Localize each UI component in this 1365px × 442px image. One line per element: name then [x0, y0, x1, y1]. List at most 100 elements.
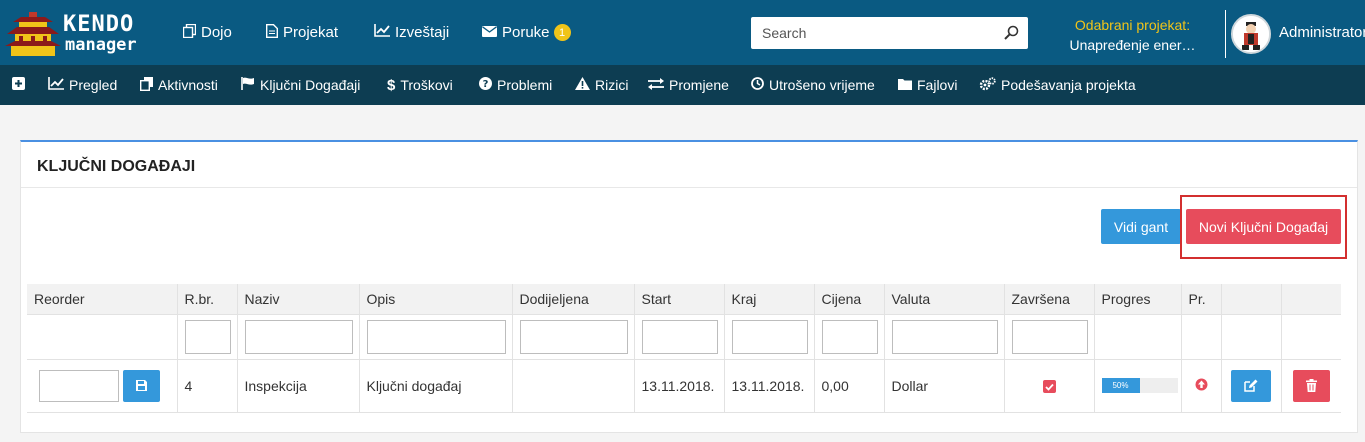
- topnav-poruke[interactable]: Poruke 1: [482, 0, 571, 65]
- filter-rbr-input[interactable]: [184, 319, 231, 354]
- topnav-poruke-label: Poruke: [502, 24, 550, 41]
- filter-cell-pr: [1181, 314, 1222, 359]
- subnav-promjene[interactable]: Promjene: [648, 65, 729, 105]
- save-order-button[interactable]: [122, 369, 160, 402]
- topnav-dojo-label: Dojo: [201, 24, 232, 41]
- subnav-troskovi-label: Troškovi: [400, 77, 453, 93]
- filter-cell-naziv: [237, 314, 360, 359]
- exchange-icon: [648, 77, 664, 93]
- col-header-start[interactable]: Start: [634, 284, 725, 315]
- subnav-kljucni-dogadjaji[interactable]: Ključni Događaji: [241, 65, 360, 105]
- filter-row: [27, 314, 1341, 359]
- subnav-podesavanja-projekta[interactable]: Podešavanja projekta: [979, 65, 1136, 105]
- cell-delete: [1281, 358, 1341, 413]
- document-icon: [266, 23, 278, 42]
- subnav-utroseno-vrijeme[interactable]: Utrošeno vrijeme: [751, 65, 875, 105]
- question-circle-icon: ?: [479, 77, 492, 93]
- subnav-pregled[interactable]: Pregled: [48, 65, 117, 105]
- trash-icon: [1305, 379, 1317, 392]
- col-header-reorder[interactable]: Reorder: [27, 284, 178, 315]
- filter-dodijeljena-input[interactable]: [519, 319, 628, 354]
- col-header-progres[interactable]: Progres: [1094, 284, 1182, 315]
- col-header-pr[interactable]: Pr.: [1181, 284, 1222, 315]
- project-subnav: Pregled Aktivnosti Ključni Događaji $ Tr…: [0, 65, 1365, 105]
- delete-button[interactable]: [1292, 369, 1330, 402]
- progress-bar: 50%: [1101, 378, 1178, 393]
- arrow-circle-up-icon[interactable]: [1195, 378, 1208, 391]
- filter-cell-reorder: [27, 314, 178, 359]
- logo-text-manager: manager: [65, 35, 137, 55]
- filter-cijena-input[interactable]: [821, 319, 878, 354]
- user-name[interactable]: Administrator: [1279, 0, 1365, 65]
- page-title: KLJUČNI DOGAĐAJI: [37, 158, 196, 175]
- cell-progres: 50%: [1094, 358, 1182, 413]
- table-row[interactable]: 4 Inspekcija Ključni događaj 13.11.2018.…: [27, 358, 1341, 413]
- cell-opis: Ključni događaj: [359, 358, 513, 413]
- col-header-opis[interactable]: Opis: [359, 284, 513, 315]
- topnav-izvestaji-label: Izveštaji: [395, 24, 450, 41]
- line-chart-icon: [374, 24, 390, 41]
- filter-cell-opis: [359, 314, 513, 359]
- filter-start-input[interactable]: [641, 319, 718, 354]
- plus-square-icon: [12, 77, 25, 93]
- avatar[interactable]: [1231, 14, 1271, 54]
- svg-text:?: ?: [483, 79, 489, 90]
- col-header-delete: [1281, 284, 1341, 315]
- logo-text-kendo: KENDO: [63, 12, 135, 37]
- messages-count-badge: 1: [553, 24, 571, 41]
- subnav-utroseno-vrijeme-label: Utrošeno vrijeme: [769, 77, 875, 93]
- new-milestone-button[interactable]: Novi Ključni Događaj: [1186, 209, 1341, 244]
- kendo-manager-logo[interactable]: KENDO manager: [5, 8, 155, 58]
- cell-edit: [1221, 358, 1282, 413]
- col-header-zavrsena[interactable]: Završena: [1004, 284, 1095, 315]
- cogs-icon: [979, 76, 996, 94]
- topnav-dojo[interactable]: Dojo: [182, 0, 232, 65]
- subnav-rizici-label: Rizici: [595, 77, 629, 93]
- filter-cell-rbr: [177, 314, 238, 359]
- filter-valuta-input[interactable]: [891, 319, 998, 354]
- subnav-fajlovi[interactable]: Fajlovi: [898, 65, 957, 105]
- cell-pr: [1181, 358, 1222, 413]
- subnav-rizici[interactable]: Rizici: [575, 65, 628, 105]
- cell-naziv: Inspekcija: [237, 358, 360, 413]
- subnav-troskovi[interactable]: $ Troškovi: [387, 65, 453, 105]
- filter-zavrsena-input[interactable]: [1011, 319, 1088, 354]
- col-header-dodijeljena[interactable]: Dodijeljena: [512, 284, 635, 315]
- col-header-naziv[interactable]: Naziv: [237, 284, 360, 315]
- topnav-projekat[interactable]: Projekat: [266, 0, 338, 65]
- cell-cijena: 0,00: [814, 358, 885, 413]
- col-header-edit: [1221, 284, 1282, 315]
- selected-project[interactable]: Odabrani projekat: Unapređenje ener…: [1055, 15, 1210, 55]
- subnav-promjene-label: Promjene: [669, 77, 729, 93]
- cell-zavrsena: [1004, 358, 1095, 413]
- col-header-kraj[interactable]: Kraj: [724, 284, 815, 315]
- panel-divider: [21, 187, 1357, 188]
- cell-valuta: Dollar: [884, 358, 1005, 413]
- subnav-aktivnosti[interactable]: Aktivnosti: [139, 65, 218, 105]
- progress-bar-fill: 50%: [1101, 378, 1140, 393]
- search-icon[interactable]: [1004, 25, 1019, 43]
- edit-button[interactable]: [1231, 369, 1271, 402]
- reorder-input[interactable]: [39, 369, 119, 402]
- warning-icon: [575, 77, 590, 93]
- search-input[interactable]: [751, 17, 991, 49]
- line-chart-icon: [48, 77, 64, 93]
- pagoda-icon: [5, 12, 61, 56]
- col-header-cijena[interactable]: Cijena: [814, 284, 885, 315]
- floppy-disk-icon: [135, 380, 147, 391]
- col-header-rbr[interactable]: R.br.: [177, 284, 238, 315]
- topnav-izvestaji[interactable]: Izveštaji: [374, 0, 449, 65]
- subnav-problemi[interactable]: ? Problemi: [479, 65, 552, 105]
- subnav-kljucni-dogadjaji-label: Ključni Događaji: [260, 77, 361, 93]
- cell-dodijeljena: [512, 358, 635, 413]
- filter-cell-cijena: [814, 314, 885, 359]
- filter-kraj-input[interactable]: [731, 319, 808, 354]
- milestones-table: Reorder R.br. Naziv Opis Dodijeljena Sta…: [27, 284, 1341, 413]
- view-gantt-button[interactable]: Vidi gant: [1101, 209, 1181, 244]
- filter-naziv-input[interactable]: [244, 319, 353, 354]
- filter-cell-start: [634, 314, 725, 359]
- filter-opis-input[interactable]: [366, 319, 506, 354]
- col-header-valuta[interactable]: Valuta: [884, 284, 1005, 315]
- subnav-add[interactable]: [12, 65, 25, 105]
- filter-cell-valuta: [884, 314, 1005, 359]
